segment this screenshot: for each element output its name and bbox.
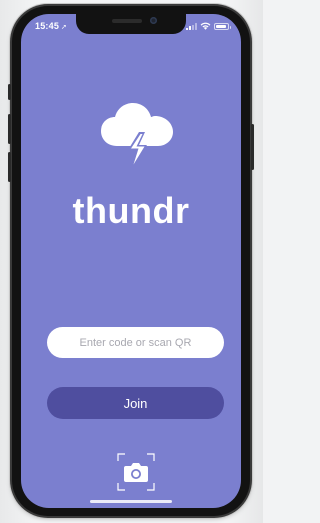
battery-icon [214, 22, 231, 30]
mute-switch [8, 84, 11, 100]
location-arrow-icon: ➚ [61, 24, 68, 31]
battery-level [216, 24, 226, 28]
power-button [251, 124, 254, 170]
code-input[interactable] [47, 327, 224, 358]
page-background: 15:45➚ thundr Join [0, 0, 263, 523]
app-title: thundr [72, 190, 190, 231]
speaker-grille [112, 19, 142, 23]
status-bar-time: 15:45 ➚ [35, 21, 67, 31]
status-time-text: 15:45 [35, 21, 60, 31]
status-bar-icons [186, 22, 231, 30]
cloud-lightning-icon [101, 103, 173, 170]
wifi-icon [200, 22, 211, 30]
volume-down-button [8, 152, 11, 182]
join-button[interactable]: Join [47, 387, 224, 419]
volume-up-button [8, 114, 11, 144]
home-indicator[interactable] [90, 500, 172, 503]
signal-bars-icon [186, 22, 197, 30]
front-camera [150, 17, 157, 24]
notch [76, 14, 186, 34]
camera-scan-icon[interactable] [117, 453, 155, 491]
app-screen: 15:45➚ thundr Join [21, 14, 241, 508]
